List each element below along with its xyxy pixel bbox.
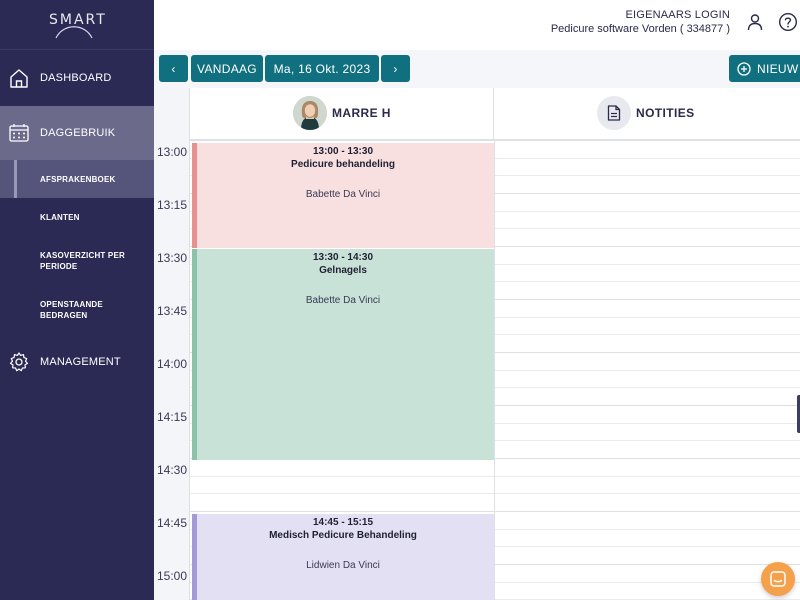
time-label: 14:45 bbox=[157, 516, 188, 530]
time-label: 14:15 bbox=[157, 410, 188, 424]
grid-line bbox=[190, 476, 800, 477]
appointment-card[interactable]: 14:45 - 15:15 Medisch Pedicure Behandeli… bbox=[192, 514, 494, 600]
staff-column-header[interactable]: MARRE H bbox=[190, 88, 494, 140]
appointment-time: 13:00 - 13:30 bbox=[312, 146, 374, 157]
sidebar-item-label: DAGGEBRUIK bbox=[40, 127, 116, 139]
subitem-label-line1: KASOVERZICHT PER bbox=[40, 251, 125, 260]
help-icon[interactable] bbox=[778, 12, 798, 32]
time-label: 15:00 bbox=[157, 569, 188, 583]
person-photo-icon bbox=[293, 96, 327, 130]
new-button-label: NIEUW bbox=[757, 61, 799, 76]
staff-name: MARRE H bbox=[332, 106, 391, 120]
time-label: 14:30 bbox=[157, 463, 188, 477]
date-picker-button[interactable]: Ma, 16 Okt. 2023 bbox=[265, 55, 379, 82]
notes-column-header[interactable]: NOTITIES bbox=[494, 88, 800, 140]
subitem-label-line2: BEDRAGEN bbox=[40, 311, 88, 320]
sidebar-item-label: MANAGEMENT bbox=[40, 356, 121, 368]
today-button[interactable]: VANDAAG bbox=[191, 55, 263, 82]
gear-icon bbox=[9, 352, 29, 372]
owner-login-label[interactable]: EIGENAARS LOGIN bbox=[626, 9, 730, 21]
logo[interactable]: SMART bbox=[0, 0, 154, 50]
subitem-label-line2: PERIODE bbox=[40, 262, 78, 271]
sidebar-item-daggebruik[interactable]: DAGGEBRUIK bbox=[0, 106, 154, 160]
column-divider bbox=[494, 140, 495, 600]
grid-line bbox=[190, 493, 800, 494]
time-label: 13:30 bbox=[157, 251, 188, 265]
sidebar-subitem-kasoverzicht[interactable]: KASOVERZICHT PER PERIODE bbox=[0, 240, 154, 280]
sidebar-subitem-afsprakenboek[interactable]: AFSPRAKENBOEK bbox=[0, 160, 154, 198]
chat-button[interactable] bbox=[761, 562, 795, 596]
previous-day-button[interactable]: ‹ bbox=[159, 55, 188, 82]
sidebar-item-management[interactable]: MANAGEMENT bbox=[0, 340, 154, 384]
notes-label: NOTITIES bbox=[636, 106, 695, 120]
time-label: 14:00 bbox=[157, 357, 188, 371]
appointment-title: Gelnagels bbox=[319, 265, 367, 276]
appointment-card[interactable]: 13:30 - 14:30 Gelnagels Babette Da Vinci bbox=[192, 249, 494, 460]
company-name: Pedicure software Vorden ( 334877 ) bbox=[550, 23, 730, 35]
appointment-title: Pedicure behandeling bbox=[291, 159, 395, 170]
calendar-icon bbox=[9, 124, 29, 142]
time-label: 13:15 bbox=[157, 198, 188, 212]
sidebar-item-dashboard[interactable]: DASHBOARD bbox=[0, 55, 154, 101]
appointment-client: Babette Da Vinci bbox=[305, 295, 381, 306]
appointment-client: Babette Da Vinci bbox=[305, 189, 381, 200]
subitem-label-line1: OPENSTAANDE bbox=[40, 300, 103, 309]
grid-line bbox=[190, 511, 800, 512]
sidebar-item-label: DASHBOARD bbox=[40, 72, 112, 84]
plus-circle-icon bbox=[737, 61, 751, 76]
notes-icon-wrap bbox=[597, 96, 631, 130]
logo-text: SMART bbox=[49, 12, 107, 28]
active-indicator bbox=[14, 160, 17, 198]
time-label: 13:45 bbox=[157, 304, 188, 318]
new-appointment-button[interactable]: NIEUW bbox=[729, 55, 800, 82]
appointment-card[interactable]: 13:00 - 13:30 Pedicure behandeling Babet… bbox=[192, 143, 494, 248]
grid-line bbox=[190, 140, 800, 141]
sidebar-subitem-openstaande-bedragen[interactable]: OPENSTAANDE BEDRAGEN bbox=[0, 290, 154, 330]
subitem-label: AFSPRAKENBOEK bbox=[40, 175, 116, 184]
calendar-grid[interactable]: 13:00 - 13:30 Pedicure behandeling Babet… bbox=[190, 140, 800, 600]
chat-icon bbox=[770, 571, 786, 587]
appointment-stripe bbox=[192, 249, 197, 460]
home-icon bbox=[10, 69, 28, 88]
calendar-view: MARRE H NOTITIES 13:00 - 13:30 Pedicure … bbox=[154, 88, 800, 600]
subitem-label: KLANTEN bbox=[40, 213, 80, 222]
calendar-toolbar: ‹ VANDAAG Ma, 16 Okt. 2023 › NIEUW bbox=[154, 50, 800, 88]
appointment-time: 13:30 - 14:30 bbox=[312, 252, 374, 263]
appointment-client: Lidwien Da Vinci bbox=[306, 560, 380, 571]
appointment-time: 14:45 - 15:15 bbox=[312, 517, 374, 528]
top-header: EIGENAARS LOGIN Pedicure software Vorden… bbox=[154, 0, 800, 50]
time-label: 13:00 bbox=[157, 145, 188, 159]
sidebar: SMART DASHBOARD DAGGEBRUIK AFSPRAKENBOEK… bbox=[0, 0, 154, 600]
user-icon[interactable] bbox=[746, 13, 764, 31]
appointment-title: Medisch Pedicure Behandeling bbox=[269, 530, 417, 541]
staff-avatar bbox=[293, 96, 327, 130]
sidebar-subitem-klanten[interactable]: KLANTEN bbox=[0, 198, 154, 236]
next-day-button[interactable]: › bbox=[381, 55, 410, 82]
document-icon bbox=[607, 105, 621, 121]
